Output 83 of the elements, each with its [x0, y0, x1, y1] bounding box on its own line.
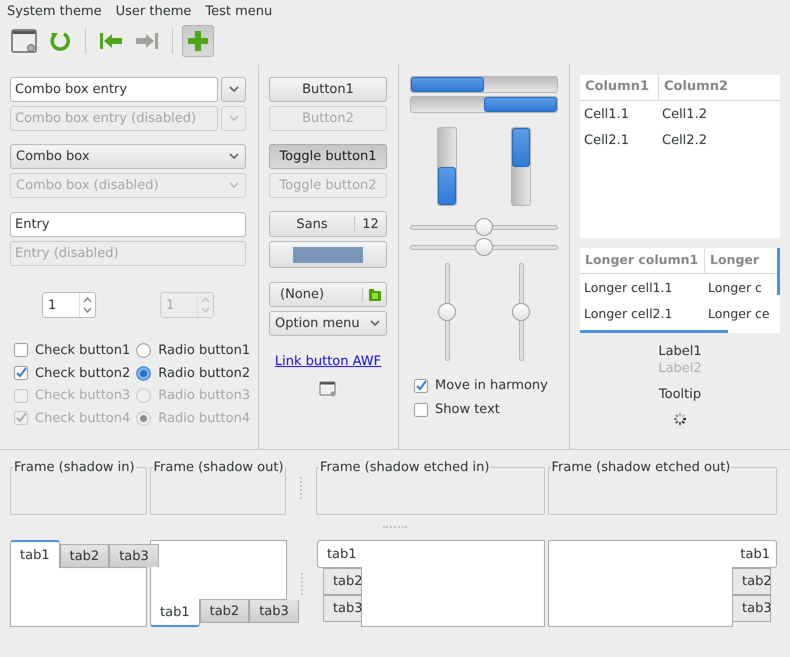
plus-icon — [186, 29, 210, 53]
chevron-down-icon — [229, 182, 239, 189]
table-cell-text: Cell1.2 — [661, 106, 708, 122]
tab[interactable]: tab1 — [10, 540, 60, 568]
checkbox[interactable]: Show text — [414, 402, 558, 417]
tab[interactable]: tab2 — [60, 544, 110, 567]
tab[interactable]: tab1 — [316, 540, 362, 568]
tab[interactable]: tab2 — [733, 568, 771, 595]
font-button[interactable]: Sans 12 — [269, 211, 387, 237]
radio-button[interactable]: Radio button2 — [136, 362, 250, 384]
menu-item[interactable]: Test menu — [205, 4, 272, 18]
tab[interactable]: tab3 — [249, 600, 299, 623]
column-header[interactable]: Column2 — [658, 75, 780, 100]
slider[interactable] — [511, 263, 531, 361]
table-cell-text: Cell1.1 — [583, 106, 630, 122]
arrow-left-icon — [99, 31, 123, 51]
frame-label: Frame (shadow etched out) — [550, 460, 732, 475]
table-cell-text: Cell2.1 — [583, 132, 630, 148]
file-chooser-button[interactable]: (None) — [269, 282, 387, 307]
frame-label: Frame (shadow out) — [152, 460, 285, 475]
checkbox[interactable]: Check button2 — [14, 362, 130, 384]
column-header[interactable]: Longer column1 — [580, 248, 704, 273]
menu-item[interactable]: System theme — [7, 4, 102, 18]
slider-thumb[interactable] — [475, 218, 493, 236]
tab[interactable]: tab2 — [200, 600, 250, 623]
arrow-right-icon — [135, 31, 159, 51]
frame-label: Frame (shadow etched in) — [319, 460, 490, 475]
link[interactable]: Link button AWF — [274, 354, 382, 369]
tab[interactable]: tab1 — [150, 599, 200, 627]
column-header[interactable]: Column1 — [580, 75, 658, 100]
checkbox-icon — [414, 378, 428, 392]
button[interactable]: Button1 — [269, 77, 387, 102]
scrollbar[interactable] — [777, 248, 780, 295]
option-menu[interactable]: Option menu — [269, 311, 387, 336]
checkbox-icon — [14, 366, 28, 380]
tab[interactable]: tab3 — [109, 544, 159, 567]
refresh-icon — [49, 30, 71, 52]
slider-thumb[interactable] — [475, 238, 493, 256]
pane-handle[interactable] — [383, 526, 407, 530]
window-icon — [10, 27, 38, 55]
scrollbar[interactable] — [580, 330, 728, 333]
table-cell-text: Longer ce — [707, 306, 771, 320]
checkbox-icon — [414, 402, 428, 416]
slider-thumb[interactable] — [438, 303, 456, 321]
pane-handle[interactable] — [300, 476, 305, 498]
color-button[interactable] — [269, 241, 387, 268]
slider[interactable] — [437, 263, 457, 361]
slider[interactable] — [410, 217, 558, 237]
checkbox-icon — [14, 411, 28, 426]
dropdown-button[interactable] — [221, 77, 246, 102]
chevron-down-icon — [229, 153, 239, 160]
combo-box[interactable]: Combo box — [10, 144, 246, 169]
label: Label2 — [658, 360, 702, 377]
label: Label1 — [658, 343, 702, 360]
slider-thumb[interactable] — [512, 303, 530, 321]
table-cell-text: Longer cell1.1 — [583, 280, 674, 294]
table-cell-text: Longer c — [707, 280, 763, 294]
chevron-down-icon — [228, 115, 238, 122]
table-cell-text: Cell2.2 — [661, 132, 708, 148]
tab[interactable]: tab1 — [732, 540, 777, 568]
slider[interactable] — [410, 237, 558, 257]
table-cell-text: Longer cell2.1 — [583, 306, 674, 320]
window-icon — [319, 381, 337, 397]
spinner-icon — [673, 412, 687, 426]
chevron-down-icon — [228, 86, 238, 93]
checkbox[interactable]: Move in harmony — [414, 378, 558, 393]
tab[interactable]: tab3 — [322, 595, 361, 622]
label: Tooltip — [658, 386, 702, 403]
chevron-down-icon — [370, 320, 380, 327]
frame-label: Frame (shadow in) — [13, 460, 136, 475]
pane-handle[interactable] — [301, 572, 306, 594]
radio-button[interactable]: Radio button1 — [136, 339, 250, 362]
checkbox-icon — [14, 343, 28, 358]
folder-icon — [362, 288, 382, 302]
spin-button[interactable]: 1 — [42, 292, 96, 318]
checkbox-icon — [14, 388, 28, 403]
input-field[interactable]: Entry — [10, 212, 246, 237]
input-field[interactable]: Combo box entry — [10, 77, 218, 102]
toggle-button[interactable]: Toggle button1 — [269, 144, 387, 169]
checkbox[interactable]: Check button1 — [14, 339, 130, 362]
tab[interactable]: tab2 — [322, 568, 361, 595]
tab[interactable]: tab3 — [733, 595, 771, 622]
menu-item[interactable]: User theme — [116, 4, 192, 18]
